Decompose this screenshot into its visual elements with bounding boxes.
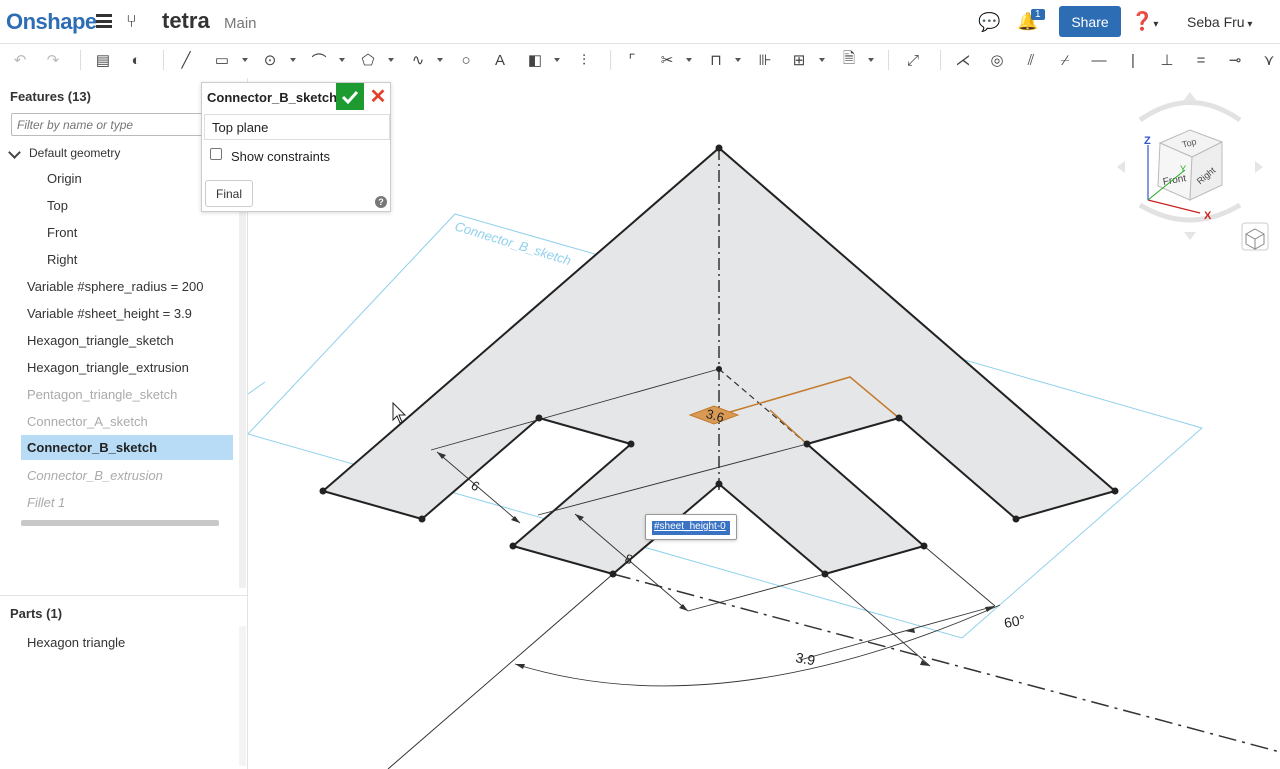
accept-button[interactable] [336, 83, 364, 110]
dim-label-6: 6 [469, 478, 483, 495]
part-item-hexagon-triangle[interactable]: Hexagon triangle [27, 635, 125, 650]
sketch-dialog: Connector_B_sketch ✕ Top plane Show cons… [201, 82, 391, 212]
view-options-icon [1241, 222, 1269, 251]
vertical-scrollbar[interactable] [239, 148, 246, 588]
divider [0, 595, 247, 596]
sketch-dialog-title: Connector_B_sketch [207, 90, 338, 105]
axis-x-label: X [1204, 210, 1212, 222]
notification-badge: 1 [1031, 9, 1045, 20]
view-cube: Top Front Right Z X Y [1117, 92, 1263, 240]
tree-item-connector-b-sketch[interactable]: Connector_B_sketch [21, 435, 233, 460]
check-icon [341, 90, 359, 104]
features-title: Features (13) [10, 89, 91, 104]
tree-item-front[interactable]: Front [47, 225, 77, 240]
user-menu[interactable]: Seba Fru ▾ [1187, 14, 1252, 30]
dim-label-angle: 60° [1003, 612, 1027, 631]
close-icon: ✕ [369, 85, 387, 108]
show-constraints-checkbox[interactable] [210, 148, 222, 160]
sketch-region [323, 148, 1115, 574]
dimension-edit-value[interactable]: #sheet_height-0 [652, 521, 730, 535]
cancel-button[interactable]: ✕ [368, 85, 388, 108]
comments-icon[interactable]: 💬 [978, 12, 1000, 33]
tree-item-top[interactable]: Top [47, 198, 68, 213]
tree-item-fillet-1[interactable]: Fillet 1 [27, 495, 65, 510]
axis-y-label: Y [1180, 164, 1186, 174]
tree-item-variable-sphere-radius[interactable]: Variable #sphere_radius = 200 [27, 279, 203, 294]
final-button[interactable]: Final [205, 180, 253, 207]
axis-z-label: Z [1144, 135, 1151, 147]
sketch-plane-label: Connector_B_sketch [453, 219, 573, 269]
top-bar: Onshape ⑂ tetra Main 💬 🔔 1 Share ❓▾ Seba… [0, 0, 1280, 44]
help-icon[interactable]: ❓▾ [1131, 11, 1158, 32]
tree-item-connector-a-sketch[interactable]: Connector_A_sketch [27, 414, 148, 429]
menu-icon[interactable] [96, 14, 112, 28]
tree-item-hexagon-triangle-extrusion[interactable]: Hexagon_triangle_extrusion [27, 360, 189, 375]
tree-item-origin[interactable]: Origin [47, 171, 82, 186]
document-title[interactable]: tetra [162, 8, 210, 34]
onshape-logo[interactable]: Onshape [6, 9, 97, 35]
user-name: Seba Fru [1187, 14, 1245, 30]
dim-label-height: 3.9 [794, 649, 816, 668]
tree-item-connector-b-extrusion[interactable]: Connector_B_extrusion [27, 468, 163, 483]
toolbar-dropdown-arrows [242, 58, 874, 62]
help-icon[interactable]: ? [375, 196, 387, 208]
chevron-down-icon[interactable] [8, 146, 21, 159]
parts-title: Parts (1) [10, 606, 63, 621]
parts-scrollbar[interactable] [239, 626, 246, 766]
tree-item-right[interactable]: Right [47, 252, 77, 267]
horizontal-scrollbar[interactable] [21, 520, 219, 526]
construction-line [612, 573, 1280, 753]
tree-item-hexagon-triangle-sketch[interactable]: Hexagon_triangle_sketch [27, 333, 174, 348]
tree-item-pentagon-triangle-sketch[interactable]: Pentagon_triangle_sketch [27, 387, 177, 402]
dimension-edit-box[interactable]: #sheet_height-0 [645, 514, 737, 540]
share-button[interactable]: Share [1059, 6, 1121, 37]
workspace-name[interactable]: Main [224, 15, 257, 32]
tree-item-variable-sheet-height[interactable]: Variable #sheet_height = 3.9 [27, 306, 192, 321]
show-constraints-label: Show constraints [231, 149, 330, 164]
tree-group-default-geometry[interactable]: Default geometry [29, 146, 120, 160]
versions-icon[interactable]: ⑂ [126, 11, 137, 32]
construction-line [387, 573, 614, 769]
sketch-plane-field[interactable]: Top plane [204, 114, 390, 140]
graphics-viewport[interactable]: Connector_B_sketch 3.6 6 8 3.9 60° Top F… [248, 78, 1280, 769]
mouse-cursor [392, 401, 407, 424]
